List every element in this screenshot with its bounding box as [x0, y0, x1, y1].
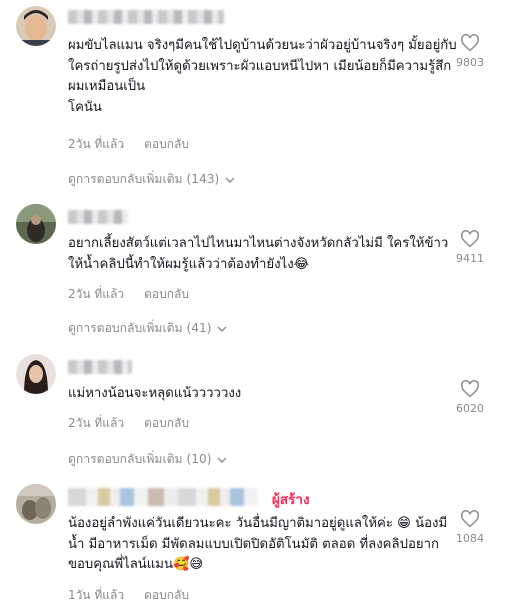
reply-button[interactable]: ตอบกลับ: [144, 588, 189, 602]
view-replies-label: ดูการตอบกลับเพิ่มเติม (41): [68, 321, 212, 335]
reply-button[interactable]: ตอบกลับ: [144, 416, 189, 430]
comment-meta: 2วัน ที่แล้ว ตอบกลับ: [68, 414, 189, 433]
reply-button[interactable]: ตอบกลับ: [144, 137, 189, 151]
view-more-replies[interactable]: ดูการตอบกลับเพิ่มเติม (143): [68, 170, 235, 189]
comment-text: น้องอยู่ลำพังแค่วันเดียวนะคะ วันอื่นมีญา…: [68, 516, 448, 572]
like-count: 9803: [456, 56, 484, 69]
username-redacted: [68, 488, 258, 506]
chevron-down-icon: [225, 177, 235, 183]
heart-outline-icon: [461, 510, 479, 528]
comment-meta: 2วัน ที่แล้ว ตอบกลับ: [68, 285, 189, 304]
comment-meta: 1วัน ที่แล้ว ตอบกลับ: [68, 586, 189, 605]
avatar[interactable]: [16, 354, 56, 394]
comment-time: 1วัน ที่แล้ว: [68, 588, 125, 602]
comment-time: 2วัน ที่แล้ว: [68, 416, 125, 430]
comment-text: อยากเลี้ยงสัตว์แต่เวลาไปไหนมาไหนต่างจังห…: [68, 236, 449, 272]
comment-text: แม่หางน้อนจะหลุดแน้วววววงง: [68, 386, 242, 401]
view-replies-label: ดูการตอบกลับเพิ่มเติม (143): [68, 172, 220, 186]
view-more-replies[interactable]: ดูการตอบกลับเพิ่มเติม (41): [68, 319, 227, 338]
comment-text: ผมขับไลแมน จริงๆมีคนใช้ไปดูบ้านด้วยนะว่า…: [68, 38, 457, 115]
like-button[interactable]: 9803: [450, 34, 490, 69]
like-count: 1084: [456, 532, 484, 545]
comment-meta: 2วัน ที่แล้ว ตอบกลับ: [68, 135, 189, 154]
like-count: 9411: [456, 252, 484, 265]
like-button[interactable]: 9411: [450, 230, 490, 265]
like-button[interactable]: 6020: [450, 380, 490, 415]
comment-time: 2วัน ที่แล้ว: [68, 287, 125, 301]
username-redacted: [68, 210, 128, 224]
creator-badge: ผู้สร้าง: [272, 492, 310, 508]
chevron-down-icon: [217, 457, 227, 463]
heart-outline-icon: [461, 34, 479, 52]
avatar[interactable]: [16, 204, 56, 244]
view-replies-label: ดูการตอบกลับเพิ่มเติม (10): [68, 452, 212, 466]
comment-time: 2วัน ที่แล้ว: [68, 137, 125, 151]
like-count: 6020: [456, 402, 484, 415]
username-redacted: [68, 10, 224, 24]
avatar[interactable]: [16, 484, 56, 524]
view-more-replies[interactable]: ดูการตอบกลับเพิ่มเติม (10): [68, 450, 227, 469]
chevron-down-icon: [217, 326, 227, 332]
heart-outline-icon: [461, 380, 479, 398]
username-redacted: [68, 360, 132, 374]
heart-outline-icon: [461, 230, 479, 248]
reply-button[interactable]: ตอบกลับ: [144, 287, 189, 301]
like-button[interactable]: 1084: [450, 510, 490, 545]
avatar[interactable]: [16, 6, 56, 46]
